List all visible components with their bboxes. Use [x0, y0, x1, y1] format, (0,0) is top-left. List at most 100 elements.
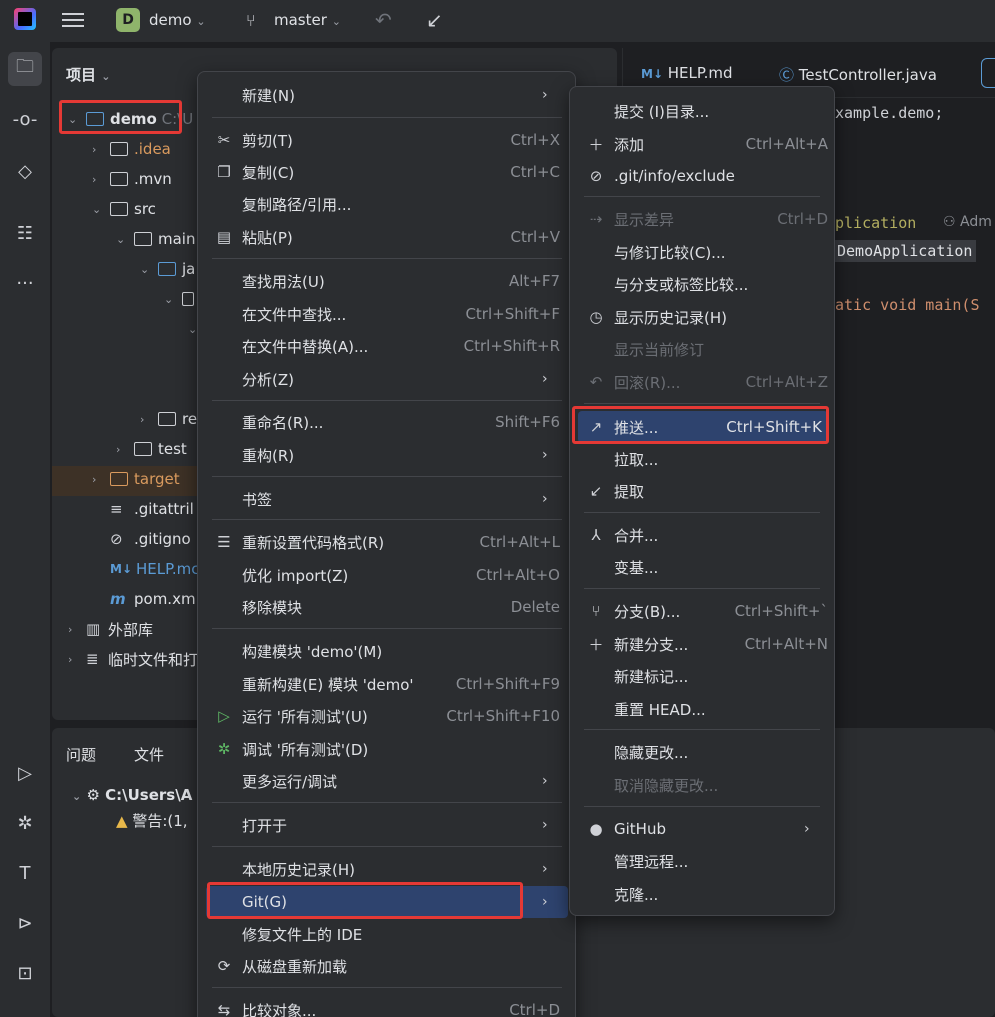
tree-item-package[interactable]: ⌄ — [164, 284, 200, 314]
update-project-icon[interactable]: ↙ — [426, 8, 443, 32]
menu-item-open-in[interactable]: 打开于 › — [206, 810, 568, 840]
tab-files[interactable]: 文件 — [134, 744, 164, 765]
tree-item-main[interactable]: ⌄ main — [116, 224, 195, 254]
menu-item-bookmarks[interactable]: 书签 › — [206, 484, 568, 514]
menu-item-find-in-files[interactable]: 在文件中查找... Ctrl+Shift+F — [206, 299, 568, 329]
terminal-icon[interactable]: ⊡ — [8, 956, 42, 990]
menu-item-repair-ide[interactable]: 修复文件上的 IDE — [206, 919, 568, 949]
git-item-add[interactable]: ＋添加 Ctrl+Alt+A — [578, 129, 828, 159]
git-cat-icon[interactable]: ◇ — [8, 154, 42, 188]
code-line-class[interactable]: DemoApplication — [833, 240, 977, 262]
git-item-show-history[interactable]: ◷ 显示历史记录(H) — [578, 302, 828, 332]
tab-problems[interactable]: 问题 — [66, 744, 96, 765]
git-item-pull[interactable]: 拉取... — [578, 444, 828, 474]
warning-row[interactable]: ▲ 警告:(1, — [116, 810, 188, 831]
title-bar: D demo ⌄ ⑂ master ⌄ ↶ ↙ — [0, 0, 995, 42]
build-hammer-icon[interactable]: T — [8, 856, 42, 890]
highlight-git — [207, 882, 523, 919]
menu-item-paste[interactable]: ▤ 粘贴(P) Ctrl+V — [206, 222, 568, 252]
tab-help-md[interactable]: M↓ HELP.md — [641, 64, 733, 82]
menu-item-build-module[interactable]: 构建模块 'demo'(M) — [206, 636, 568, 666]
menu-item-reformat[interactable]: ☰ 重新设置代码格式(R) Ctrl+Alt+L — [206, 527, 568, 557]
code-line-annotation[interactable]: plication — [835, 214, 916, 232]
structure-icon[interactable]: ☷ — [8, 216, 42, 250]
menu-item-cut[interactable]: ✂ 剪切(T) Ctrl+X — [206, 125, 568, 155]
menu-item-optimize-imports[interactable]: 优化 import(Z) Ctrl+Alt+O — [206, 560, 568, 590]
undo-icon[interactable]: ↶ — [375, 8, 392, 32]
git-item-compare-revision[interactable]: 与修订比较(C)... — [578, 237, 828, 267]
tree-item-gitattributes[interactable]: ≡ .gitattril — [110, 494, 194, 524]
git-item-new-tag[interactable]: 新建标记... — [578, 661, 828, 691]
tree-item-mvn[interactable]: › .mvn — [92, 164, 172, 194]
git-item-compare-branch[interactable]: 与分支或标签比较... — [578, 269, 828, 299]
menu-item-replace-in-files[interactable]: 在文件中替换(A)... Ctrl+Shift+R — [206, 331, 568, 361]
commit-icon[interactable]: -o- — [8, 102, 42, 136]
tree-item-target[interactable]: › target — [92, 464, 180, 494]
git-item-unstash[interactable]: 取消隐藏更改... — [578, 770, 828, 800]
project-selector[interactable]: demo ⌄ — [149, 11, 206, 29]
menu-item-analyze[interactable]: 分析(Z) › — [206, 364, 568, 394]
project-badge[interactable]: D — [116, 8, 140, 32]
tree-item-java[interactable]: ⌄ ja — [140, 254, 195, 284]
menu-item-new[interactable]: 新建(N) › — [206, 80, 568, 110]
menu-item-more-run-debug[interactable]: 更多运行/调试 › — [206, 766, 568, 796]
git-item-rollback[interactable]: ↶ 回滚(R)... Ctrl+Alt+Z — [578, 367, 828, 397]
problems-path-row[interactable]: ⌄ ⚙ C:\Users\A — [72, 786, 192, 804]
git-item-show-diff[interactable]: ⇢ 显示差异 Ctrl+D — [578, 204, 828, 234]
tree-item-resources[interactable]: › re — [140, 404, 197, 434]
tree-item-idea[interactable]: › .idea — [92, 134, 171, 164]
tab-test-controller[interactable]: Ⓒ TestController.java — [779, 64, 937, 85]
highlight-push — [572, 406, 829, 444]
git-item-rebase[interactable]: 变基... — [578, 552, 828, 582]
menu-item-refactor[interactable]: 重构(R) › — [206, 440, 568, 470]
menu-item-run-tests[interactable]: ▷ 运行 '所有测试'(U) Ctrl+Shift+F10 — [206, 701, 568, 731]
code-line-main[interactable]: atic void main(S — [835, 296, 980, 314]
git-item-branches[interactable]: ⑂ 分支(B)... Ctrl+Shift+` — [578, 596, 828, 626]
git-item-merge[interactable]: ⅄ 合并... — [578, 520, 828, 550]
git-item-new-branch[interactable]: ＋新建分支... Ctrl+Alt+N — [578, 629, 828, 659]
branch-selector[interactable]: master ⌄ — [274, 11, 341, 29]
branch-icon: ⑂ — [591, 602, 601, 620]
menu-item-copy-path[interactable]: 复制路径/引用... — [206, 189, 568, 219]
menu-item-local-history[interactable]: 本地历史记录(H) › — [206, 854, 568, 884]
git-item-commit-dir[interactable]: 提交 (I)目录... — [578, 96, 828, 126]
menu-item-reload-from-disk[interactable]: ⟳ 从磁盘重新加载 — [206, 951, 568, 981]
git-item-clone[interactable]: 克隆... — [578, 879, 828, 909]
code-author-hint: ⚇ Adm — [943, 214, 992, 230]
menu-item-remove-module[interactable]: 移除模块 Delete — [206, 592, 568, 622]
tree-item-pom[interactable]: m pom.xm — [110, 584, 196, 614]
git-item-stash[interactable]: 隐藏更改... — [578, 737, 828, 767]
git-item-manage-remotes[interactable]: 管理远程... — [578, 846, 828, 876]
tab-overflow[interactable] — [981, 58, 995, 88]
git-item-show-current-revision[interactable]: 显示当前修订 — [578, 334, 828, 364]
tree-item-external-libs[interactable]: › ▥ 外部库 — [68, 614, 153, 644]
panel-title[interactable]: 项目 ⌄ — [66, 64, 110, 85]
debug-bug-icon[interactable]: ✲ — [8, 806, 42, 840]
project-folder-icon[interactable]: 🗀 — [8, 52, 42, 86]
menu-item-copy[interactable]: ❐ 复制(C) Ctrl+C — [206, 157, 568, 187]
more-tools-icon[interactable]: ··· — [8, 266, 42, 300]
tree-item-src[interactable]: ⌄ src — [92, 194, 156, 224]
git-item-fetch[interactable]: ↙ 提取 — [578, 476, 828, 506]
reformat-icon: ☰ — [217, 533, 231, 551]
main-menu-icon[interactable] — [62, 10, 84, 30]
submenu-arrow-icon: › — [542, 491, 548, 507]
menu-item-rebuild-module[interactable]: 重新构建(E) 模块 'demo' Ctrl+Shift+F9 — [206, 669, 568, 699]
diff-arrow-icon: ⇢ — [589, 210, 603, 228]
tree-item-gitignore[interactable]: ⊘ .gitigno — [110, 524, 191, 554]
tree-item-test[interactable]: › test — [116, 434, 187, 464]
tree-item-scratches[interactable]: › ≣ 临时文件和打 — [68, 644, 198, 674]
git-item-reset-head[interactable]: 重置 HEAD... — [578, 694, 828, 724]
submenu-arrow-icon: › — [542, 371, 548, 387]
menu-item-debug-tests[interactable]: ✲ 调试 '所有测试'(D) — [206, 734, 568, 764]
code-line-package[interactable]: xample.demo; — [835, 104, 943, 122]
tree-item-helpmd[interactable]: M↓ HELP.mc — [110, 554, 199, 584]
menu-item-rename[interactable]: 重命名(R)... Shift+F6 — [206, 407, 568, 437]
services-icon[interactable]: ⊳ — [8, 906, 42, 940]
git-item-github[interactable]: ● GitHub › — [578, 814, 828, 844]
git-item-exclude[interactable]: ⊘ .git/info/exclude — [578, 161, 828, 191]
intellij-logo-icon[interactable] — [14, 8, 36, 30]
menu-item-find-usages[interactable]: 查找用法(U) Alt+F7 — [206, 266, 568, 296]
menu-item-compare-with[interactable]: ⇆ 比较对象... Ctrl+D — [206, 995, 568, 1017]
run-icon[interactable]: ▷ — [8, 756, 42, 790]
